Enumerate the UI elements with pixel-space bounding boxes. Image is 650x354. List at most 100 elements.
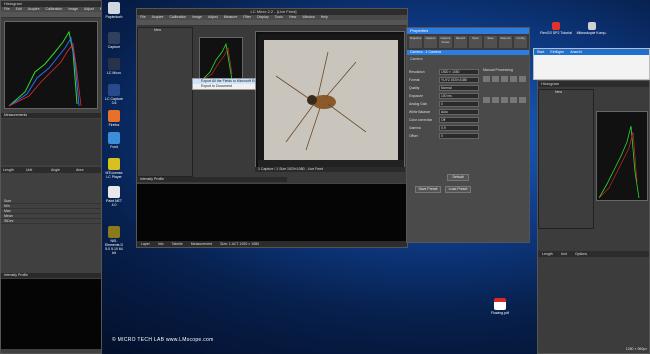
camera-field-value[interactable]: 0: [439, 133, 479, 139]
proc-icon[interactable]: [510, 76, 517, 82]
save-preset-button[interactable]: Save Preset: [415, 186, 441, 193]
manual-processing-icons: [483, 76, 527, 116]
camera-field-value[interactable]: 0: [439, 101, 479, 107]
main-menu-4[interactable]: Adjust: [208, 15, 218, 19]
main-menu-1[interactable]: Acquire: [152, 15, 164, 19]
top-app-icon[interactable]: FlexGS SP2 Tutorial: [540, 22, 572, 35]
camera-field-value[interactable]: 100 ms: [439, 93, 479, 99]
tab-measurement[interactable]: Measurement: [187, 241, 216, 247]
ribbon-tab-start[interactable]: Start: [534, 49, 547, 55]
camera-field-value[interactable]: Off: [439, 117, 479, 123]
left-menu-3[interactable]: Calibration: [46, 7, 63, 11]
camera-field-row: Resolution 1920 × 1080: [409, 68, 479, 76]
proc-icon[interactable]: [492, 76, 499, 82]
toolbar-button[interactable]: Config: [514, 36, 527, 48]
main-menu-0[interactable]: File: [140, 15, 146, 19]
ribbon-tab-view[interactable]: Ansicht: [567, 49, 584, 55]
camera-field-value[interactable]: YUY2 1920×1080: [439, 77, 479, 83]
proc-icon[interactable]: [483, 97, 490, 103]
right-histogram-plot: [596, 111, 648, 201]
desktop-icon[interactable]: Papierkorb: [104, 2, 124, 19]
desktop-icon[interactable]: Foxit: [104, 132, 124, 149]
main-menu-5[interactable]: Measure: [224, 15, 238, 19]
top-app-label: Mikroskopie Komp..: [576, 31, 608, 35]
left-menu-6[interactable]: Measure: [100, 7, 101, 11]
camera-field-value[interactable]: Auto: [439, 109, 479, 115]
tab-tabelle[interactable]: Tabelle: [168, 241, 187, 247]
right-col-options[interactable]: Options: [571, 251, 591, 257]
paint-window[interactable]: Start Einfügen Ansicht: [533, 48, 650, 80]
app-icon: [108, 2, 120, 14]
camera-fields: Resolution 1920 × 1080 Format YUY2 1920×108…: [409, 68, 479, 140]
proc-icon[interactable]: [492, 97, 499, 103]
pdf-icon-label: Flowing.pdf: [491, 311, 509, 315]
main-menu-2[interactable]: Calibration: [170, 15, 187, 19]
main-menu-10[interactable]: Window: [302, 15, 314, 19]
desktop-icon[interactable]: Paint.NET 4.0: [104, 186, 124, 207]
toolbar-button[interactable]: Capture Series: [439, 36, 452, 48]
col-area: Area: [76, 168, 84, 172]
app-icon: [108, 132, 120, 144]
proc-icon[interactable]: [501, 76, 508, 82]
camera-field-value[interactable]: 0.9: [439, 125, 479, 131]
tab-layer[interactable]: Layer: [137, 241, 154, 247]
right-histogram-window[interactable]: Histogram NewOpen...CloseSaveSave AsExpo…: [537, 80, 650, 354]
proc-icon[interactable]: [519, 97, 526, 103]
toolbar-button[interactable]: Snapshot: [409, 36, 422, 48]
main-toolbar: [137, 20, 407, 26]
ribbon-tab-insert[interactable]: Einfügen: [547, 49, 567, 55]
file-menu[interactable]: NewOpen...CloseSaveSave As...Save Select…: [137, 27, 193, 177]
camera-field-value[interactable]: 1920 × 1080: [439, 69, 479, 75]
left-histogram-window[interactable]: Histogram File Edit Acquire Calibration Imag…: [0, 0, 102, 354]
desktop-icon-label: Paint.NET 4.0: [106, 199, 122, 207]
camera-field-label: Exposure: [409, 94, 423, 98]
desktop-icon[interactable]: LC Capture 3.6: [104, 84, 124, 105]
right-file-menu[interactable]: NewOpen...CloseSaveSave AsExport Selecti…: [538, 89, 594, 229]
proc-icon[interactable]: [510, 97, 517, 103]
main-menu-11[interactable]: Help: [321, 15, 328, 19]
camera-sub-label: Camera: [410, 57, 423, 61]
default-button[interactable]: Default: [447, 174, 469, 181]
pdf-desktop-icon[interactable]: Flowing.pdf: [490, 298, 510, 315]
properties-window[interactable]: Properties Snapshot Capture Capture Series…: [406, 27, 530, 243]
desktop-icon[interactable]: NIS-Elements D 5.0 5.10 64 bit: [104, 226, 124, 255]
main-menu-7[interactable]: Display: [257, 15, 268, 19]
proc-icon[interactable]: [519, 76, 526, 82]
main-menu-9[interactable]: View: [289, 15, 297, 19]
toolbar-button-label: Save: [487, 36, 494, 40]
submenu-export-doc[interactable]: Export to Document: [193, 84, 255, 89]
proc-icon[interactable]: [501, 97, 508, 103]
load-preset-button[interactable]: Load Preset: [445, 186, 471, 193]
left-menu-0[interactable]: File: [4, 7, 10, 11]
proc-icon[interactable]: [483, 76, 490, 82]
toolbar-button[interactable]: Open: [469, 36, 482, 48]
image-viewer[interactable]: [255, 31, 405, 171]
tab-info[interactable]: Info: [154, 241, 168, 247]
desktop-icon[interactable]: LC Micro: [104, 58, 124, 75]
toolbar-button[interactable]: Capture: [424, 36, 437, 48]
main-menu-6[interactable]: Filter: [243, 15, 251, 19]
left-menu-1[interactable]: Edit: [16, 7, 22, 11]
stat-row: StDev: [1, 219, 101, 224]
left-menu-bar: File Edit Acquire Calibration Image Adjust Mea…: [1, 7, 101, 12]
camera-field-row: White Balance Auto: [409, 108, 479, 116]
toolbar-button-label: Record: [455, 36, 466, 40]
main-app-window[interactable]: LC Micro 2.2 - [Live Feed] File Acquire Ca…: [136, 8, 408, 248]
desktop-icon[interactable]: MTLicense LC Player: [104, 158, 124, 179]
right-status: 1280 × 960px: [625, 347, 647, 351]
desktop-icon[interactable]: Capture: [104, 32, 124, 49]
main-menu-3[interactable]: Image: [192, 15, 202, 19]
desktop-icon[interactable]: Firefox: [104, 110, 124, 127]
camera-field-label: Resolution: [409, 70, 425, 74]
toolbar-button[interactable]: Save As: [499, 36, 512, 48]
main-menu-8[interactable]: Tools: [275, 15, 283, 19]
left-intensity-title: Intensity Profile: [1, 273, 101, 278]
camera-field-value[interactable]: Normal: [439, 85, 479, 91]
top-app-icon[interactable]: Mikroskopie Komp..: [576, 22, 608, 35]
export-submenu[interactable]: Export All the Fields to Microsoft Excel…: [192, 78, 256, 90]
left-menu-4[interactable]: Image: [68, 7, 78, 11]
left-menu-2[interactable]: Acquire: [28, 7, 40, 11]
toolbar-button[interactable]: Record: [454, 36, 467, 48]
left-menu-5[interactable]: Adjust: [84, 7, 94, 11]
toolbar-button[interactable]: Save: [484, 36, 497, 48]
